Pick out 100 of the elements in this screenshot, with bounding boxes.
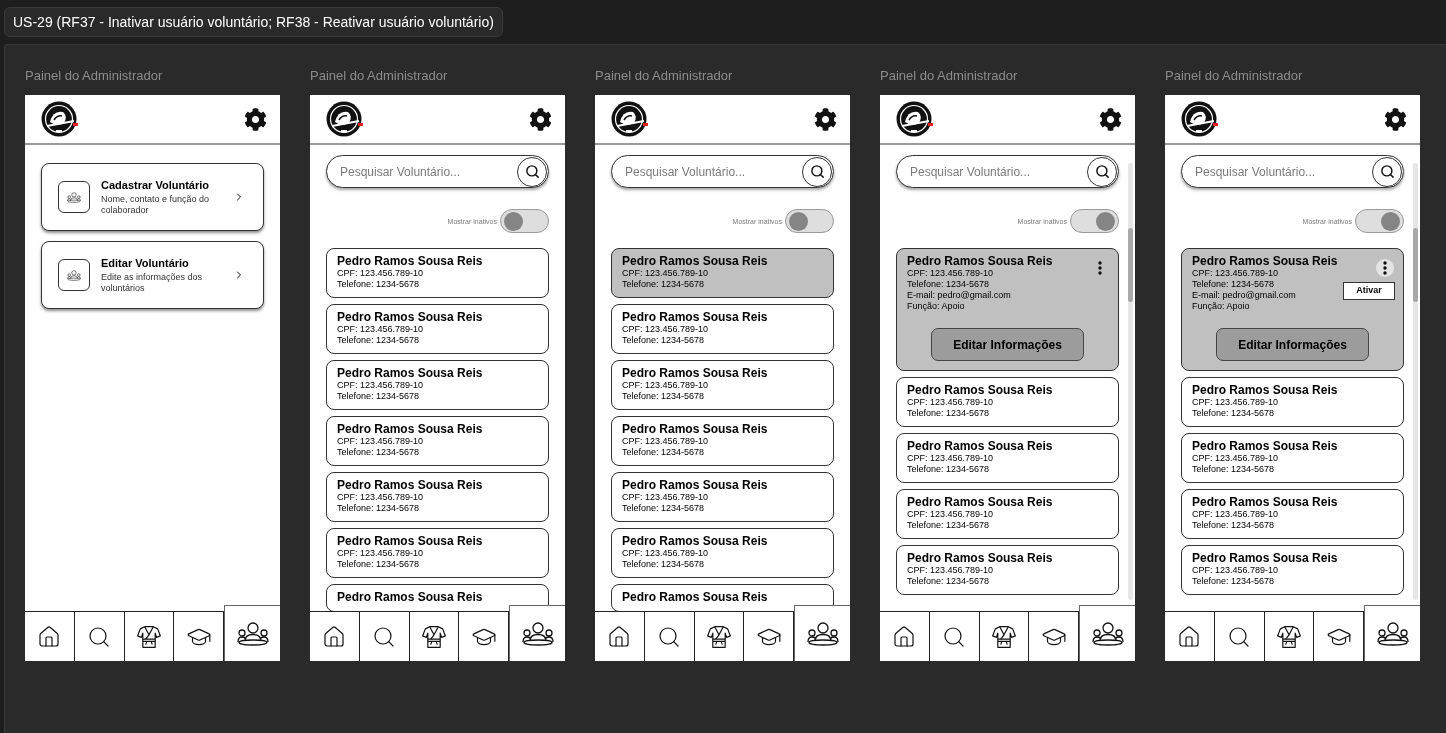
- nav-tab[interactable]: [174, 611, 224, 661]
- volunteer-card[interactable]: Pedro Ramos Sousa Reis CPF: 123.456.789-10 Telefone: 1234-5678: [326, 472, 549, 522]
- volunteer-card[interactable]: Pedro Ramos Sousa Reis: [326, 584, 549, 611]
- search-field[interactable]: Pesquisar Voluntário...: [611, 155, 834, 188]
- nav-tab[interactable]: [459, 611, 509, 661]
- nav-tab[interactable]: [929, 611, 980, 661]
- nav-tab[interactable]: [1165, 611, 1215, 661]
- edit-info-button[interactable]: Editar Informações: [931, 328, 1084, 361]
- search-button[interactable]: [1087, 156, 1117, 187]
- volunteer-card[interactable]: Pedro Ramos Sousa Reis CPF: 123.456.789-10 Telefone: 1234-5678: [611, 472, 834, 522]
- volunteer-card[interactable]: Pedro Ramos Sousa Reis CPF: 123.456.789-10 Telefone: 1234-5678: [326, 248, 549, 298]
- nav-tab[interactable]: [744, 611, 794, 661]
- cpf-text: CPF: 123.456.789-10: [337, 436, 424, 447]
- search-input[interactable]: Pesquisar Voluntário...: [910, 161, 1087, 182]
- volunteer-card[interactable]: Pedro Ramos Sousa Reis CPF: 123.456.789-10 Telefone: 1234-5678: [1181, 377, 1404, 427]
- phone-text: Telefone: 1234-5678: [907, 408, 990, 419]
- toggle-switch[interactable]: [1070, 209, 1119, 233]
- round-emblem-logo: [896, 101, 934, 137]
- home-icon: [607, 624, 632, 649]
- search-button[interactable]: [802, 156, 832, 187]
- toggle-switch[interactable]: [785, 209, 834, 233]
- search-button[interactable]: [1372, 156, 1402, 187]
- nav-tab[interactable]: [1029, 611, 1079, 661]
- nav-tab[interactable]: [694, 611, 745, 661]
- nav-tab[interactable]: [224, 605, 280, 661]
- settings-icon[interactable]: [1099, 107, 1122, 131]
- search-input[interactable]: Pesquisar Voluntário...: [625, 161, 802, 182]
- cpf-text: CPF: 123.456.789-10: [907, 453, 994, 464]
- volunteer-card[interactable]: Pedro Ramos Sousa Reis CPF: 123.456.789-10 Telefone: 1234-5678: [611, 416, 834, 466]
- volunteer-card[interactable]: Pedro Ramos Sousa Reis CPF: 123.456.789-10 Telefone: 1234-5678: [896, 545, 1119, 595]
- volunteer-card[interactable]: Pedro Ramos Sousa Reis CPF: 123.456.789-10 Telefone: 1234-5678: [1181, 545, 1404, 595]
- toggle-switch[interactable]: [1355, 209, 1404, 233]
- search-input[interactable]: Pesquisar Voluntário...: [340, 161, 517, 182]
- nav-tab[interactable]: [794, 605, 850, 661]
- cpf-text: CPF: 123.456.789-10: [907, 268, 994, 279]
- nav-tab[interactable]: [409, 611, 460, 661]
- volunteer-card[interactable]: Pedro Ramos Sousa Reis CPF: 123.456.789-10 Telefone: 1234-5678: [1181, 489, 1404, 539]
- volunteer-card[interactable]: Pedro Ramos Sousa Reis CPF: 123.456.789-10 Telefone: 1234-5678: [896, 377, 1119, 427]
- phone-text: Telefone: 1234-5678: [622, 391, 705, 402]
- search-input[interactable]: Pesquisar Voluntário...: [1195, 161, 1372, 182]
- search-button[interactable]: [517, 156, 547, 187]
- nav-tab[interactable]: [979, 611, 1030, 661]
- nav-tab[interactable]: [595, 611, 645, 661]
- settings-icon[interactable]: [814, 107, 837, 131]
- phone-text: Telefone: 1234-5678: [622, 559, 705, 570]
- settings-icon[interactable]: [1384, 107, 1407, 131]
- cpf-text: CPF: 123.456.789-10: [622, 380, 709, 391]
- volunteer-card[interactable]: Pedro Ramos Sousa Reis CPF: 123.456.789-10 Telefone: 1234-5678: [611, 528, 834, 578]
- nav-tab[interactable]: [1264, 611, 1315, 661]
- menu-card[interactable]: Editar Voluntário Edite as informações dos voluntários: [41, 241, 264, 309]
- toggle-switch[interactable]: [500, 209, 549, 233]
- search-field[interactable]: Pesquisar Voluntário...: [896, 155, 1119, 188]
- menu-option-button[interactable]: Ativar: [1343, 282, 1395, 300]
- round-emblem-logo: [1181, 101, 1219, 137]
- search-field[interactable]: Pesquisar Voluntário...: [1181, 155, 1404, 188]
- nav-tab[interactable]: [644, 611, 695, 661]
- scrollbar[interactable]: [1413, 163, 1418, 600]
- edit-info-button[interactable]: Editar Informações: [1216, 328, 1369, 361]
- frame-label: Painel do Administrador: [310, 67, 448, 84]
- menu-card[interactable]: Cadastrar Voluntário Nome, contato e função do colaborador: [41, 163, 264, 231]
- scrollbar[interactable]: [1128, 163, 1133, 600]
- phone-text: Telefone: 1234-5678: [1192, 464, 1275, 475]
- email-text: E-mail: pedro@gmail.com: [907, 290, 1011, 301]
- volunteer-card[interactable]: Pedro Ramos Sousa Reis CPF: 123.456.789-10 Telefone: 1234-5678: [326, 304, 549, 354]
- nav-tab[interactable]: [310, 611, 360, 661]
- volunteer-name: Pedro Ramos Sousa Reis: [1192, 439, 1338, 453]
- card-description: Nome, contato e função do colaborador: [101, 194, 211, 216]
- nav-tab[interactable]: [880, 611, 930, 661]
- volunteer-card[interactable]: Pedro Ramos Sousa Reis: [611, 584, 834, 611]
- nav-tab[interactable]: [1314, 611, 1364, 661]
- volunteer-card[interactable]: Pedro Ramos Sousa Reis CPF: 123.456.789-10 Telefone: 1234-5678: [326, 416, 549, 466]
- nav-tab[interactable]: [509, 605, 565, 661]
- volunteer-card[interactable]: Pedro Ramos Sousa Reis CPF: 123.456.789-10 Telefone: 1234-5678: [1181, 433, 1404, 483]
- volunteer-name: Pedro Ramos Sousa Reis: [337, 310, 483, 324]
- nav-tab[interactable]: [1079, 605, 1135, 661]
- nav-tab[interactable]: [25, 611, 75, 661]
- nav-tab[interactable]: [74, 611, 125, 661]
- volunteer-card[interactable]: Pedro Ramos Sousa Reis CPF: 123.456.789-10 Telefone: 1234-5678: [896, 489, 1119, 539]
- kimono-icon: [135, 623, 162, 650]
- volunteer-card[interactable]: Pedro Ramos Sousa Reis CPF: 123.456.789-10 Telefone: 1234-5678: [326, 528, 549, 578]
- nav-tab[interactable]: [124, 611, 175, 661]
- volunteer-card[interactable]: Pedro Ramos Sousa Reis CPF: 123.456.789-10 Telefone: 1234-5678: [611, 360, 834, 410]
- volunteer-card[interactable]: Pedro Ramos Sousa Reis CPF: 123.456.789-10 Telefone: 1234-5678 E-mail: pedro@gmail.com Função: Apoio Editar Informações Ativar: [1181, 248, 1404, 371]
- search-field[interactable]: Pesquisar Voluntário...: [326, 155, 549, 188]
- role-text: Função: Apoio: [1192, 301, 1250, 312]
- settings-icon[interactable]: [244, 107, 267, 131]
- nav-tab[interactable]: [1214, 611, 1265, 661]
- volunteer-name: Pedro Ramos Sousa Reis: [337, 254, 483, 268]
- volunteer-card[interactable]: Pedro Ramos Sousa Reis CPF: 123.456.789-10 Telefone: 1234-5678 E-mail: pedro@gmail.com Função: Apoio Editar Informações: [896, 248, 1119, 371]
- kebab-menu-icon[interactable]: [1376, 259, 1394, 277]
- volunteer-card[interactable]: Pedro Ramos Sousa Reis CPF: 123.456.789-10 Telefone: 1234-5678: [611, 248, 834, 298]
- volunteer-card[interactable]: Pedro Ramos Sousa Reis CPF: 123.456.789-10 Telefone: 1234-5678: [896, 433, 1119, 483]
- nav-tab[interactable]: [1364, 605, 1420, 661]
- volunteer-card[interactable]: Pedro Ramos Sousa Reis CPF: 123.456.789-10 Telefone: 1234-5678: [326, 360, 549, 410]
- phone-text: Telefone: 1234-5678: [907, 279, 990, 290]
- nav-tab[interactable]: [359, 611, 410, 661]
- settings-icon[interactable]: [529, 107, 552, 131]
- volunteer-card[interactable]: Pedro Ramos Sousa Reis CPF: 123.456.789-10 Telefone: 1234-5678: [611, 304, 834, 354]
- phone-text: Telefone: 1234-5678: [1192, 408, 1275, 419]
- volunteer-name: Pedro Ramos Sousa Reis: [622, 366, 768, 380]
